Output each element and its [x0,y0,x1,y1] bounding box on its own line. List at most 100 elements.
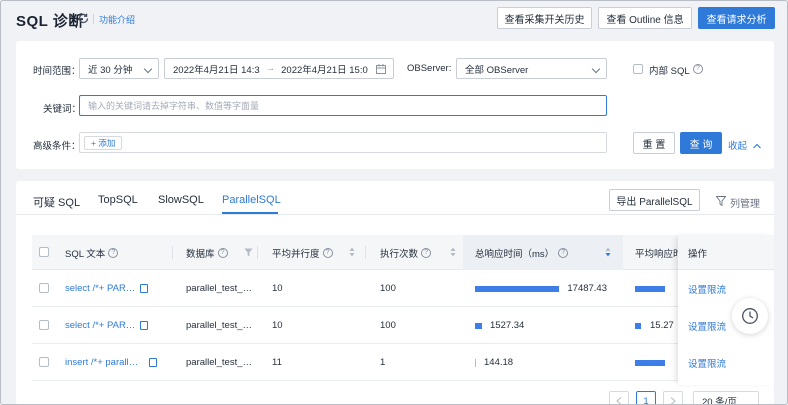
advanced-label: 高级条件： [33,141,81,152]
sql-table-panel: 可疑 SQL TopSQL SlowSQL ParallelSQL 导出 Par… [16,181,774,404]
col-sql-text: SQL 文本 ? [65,235,119,270]
avg-response-bar [635,286,665,292]
total-response-cell: 144.18 [484,357,514,368]
sort-desc-icon[interactable] [605,247,611,257]
table-row: select /*+ PAR… parallel_test_… 10 100 1… [32,270,774,307]
help-icon[interactable]: ? [217,247,228,258]
prev-page-button[interactable] [609,391,629,404]
table-row: insert /*+ parall… parallel_test_… 11 1 … [32,344,774,381]
header-divider [93,14,94,24]
help-icon[interactable]: ? [558,247,569,258]
exec-count-cell: 100 [380,320,396,331]
range-arrow: → [265,63,276,74]
database-cell: parallel_test_… [186,357,253,368]
view-outline-button[interactable]: 查看 Outline 信息 [598,7,692,29]
row-checkbox[interactable] [39,283,49,293]
start-time: 2022年4月21日 14:3 [173,64,260,76]
add-condition-button[interactable]: + 添加 [84,136,123,150]
feature-intro-link[interactable]: 功能介绍 [99,13,135,26]
copy-icon[interactable] [140,284,148,293]
tab-topsql[interactable]: TopSQL [98,194,138,206]
clock-icon [742,308,758,324]
table-row: select /*+ PAR… parallel_test_… 10 100 1… [32,307,774,344]
chevron-down-icon [143,64,153,74]
help-icon[interactable]: ? [693,64,703,74]
history-float-button[interactable] [732,298,768,334]
filter-icon[interactable] [716,196,726,206]
tab-suspicious-sql[interactable]: 可疑 SQL [33,194,80,210]
sql-text-link[interactable]: select /*+ PAR… [65,307,135,344]
view-request-analysis-button[interactable]: 查看请求分析 [698,7,775,29]
time-range-value: 近 30 分钟 [88,64,133,76]
internal-sql-checkbox[interactable] [633,64,643,74]
avg-parallelism-cell: 10 [272,320,283,331]
tabs-divider [16,214,774,215]
total-response-bar [475,359,476,367]
reset-button[interactable]: 重 置 [633,132,675,154]
chevron-down-icon [591,64,601,74]
chevron-right-icon [670,397,676,404]
row-checkbox[interactable] [39,357,49,367]
tab-parallelsql[interactable]: ParallelSQL [222,194,281,206]
exec-count-cell: 100 [380,283,396,294]
exec-count-cell: 1 [380,357,386,368]
col-total-response-time: 总响应时间（ms） ? [475,235,569,270]
observer-select[interactable]: 全部 OBServer [456,58,607,79]
help-icon[interactable]: ? [108,247,119,258]
database-cell: parallel_test_… [186,320,253,331]
chevron-up-icon [752,143,761,149]
date-range-picker[interactable]: 2022年4月21日 14:3 → 2022年4月21日 15:0 [164,58,394,79]
collapse-label: 收起 [728,141,748,152]
col-operation: 操作 [688,248,708,260]
refresh-icon[interactable] [77,12,90,25]
select-all-checkbox[interactable] [39,247,49,257]
advanced-conditions-field[interactable]: + 添加 [79,132,607,153]
sort-icon[interactable] [450,247,456,257]
sql-text-link[interactable]: insert /*+ parall… [65,344,138,381]
total-response-bar [475,323,482,329]
sql-text-link[interactable]: select /*+ PAR… [65,270,135,307]
avg-response-cell: 15.27 [650,320,674,331]
help-icon[interactable]: ? [421,247,432,258]
next-page-button[interactable] [663,391,683,404]
end-time: 2022年4月21日 15:0 [281,64,368,76]
filter-panel: 时间范围： 近 30 分钟 2022年4月21日 14:3 → 2022年4月2… [16,41,774,169]
col-avg-parallelism: 平均并行度 ? [272,235,333,270]
set-rate-limit-link[interactable]: 设置限流 [688,307,726,344]
avg-response-bar [635,360,665,366]
column-filter-icon[interactable] [244,248,253,257]
page-number-button[interactable]: 1 [636,391,656,404]
keyword-input[interactable]: 输入的关键词请去掉字符串、数值等字面量 [79,95,607,116]
set-rate-limit-link[interactable]: 设置限流 [688,270,726,307]
export-parallelsql-button[interactable]: 导出 ParallelSQL [609,189,700,211]
column-separator [365,246,366,259]
help-icon[interactable]: ? [322,247,333,258]
total-response-cell: 17487.43 [567,283,607,294]
page-size-select[interactable]: 20 条/页 [693,391,759,404]
total-response-cell: 1527.34 [490,320,525,331]
table-header: SQL 文本 ? 数据库 ? 平均并行度 ? 执行次数 ? 总响应时间（ms） … [32,235,774,270]
keyword-label: 关键词： [43,104,82,115]
time-range-select[interactable]: 近 30 分钟 [79,58,159,79]
app-frame: SQL 诊断 功能介绍 查看采集开关历史 查看 Outline 信息 查看请求分… [0,0,788,405]
avg-parallelism-cell: 11 [272,357,282,368]
set-rate-limit-link[interactable]: 设置限流 [688,344,726,381]
col-exec-count: 执行次数 ? [380,235,432,270]
view-collect-history-button[interactable]: 查看采集开关历史 [497,7,592,29]
page-title: SQL 诊断 [16,13,84,30]
database-cell: parallel_test_… [186,283,253,294]
column-manage-button[interactable]: 列管理 [730,195,760,210]
col-database: 数据库 ? [186,235,228,270]
collapse-link[interactable]: 收起 [728,138,761,152]
sort-icon[interactable] [349,247,355,257]
query-button[interactable]: 查 询 [680,132,722,154]
copy-icon[interactable] [149,358,157,367]
copy-icon[interactable] [140,321,148,330]
observer-value: 全部 OBServer [465,64,529,76]
column-separator [257,246,258,259]
total-response-bar [475,286,559,292]
avg-parallelism-cell: 10 [272,283,283,294]
row-checkbox[interactable] [39,320,49,330]
page-header: SQL 诊断 功能介绍 查看采集开关历史 查看 Outline 信息 查看请求分… [1,1,787,39]
tab-slowsql[interactable]: SlowSQL [158,194,204,206]
